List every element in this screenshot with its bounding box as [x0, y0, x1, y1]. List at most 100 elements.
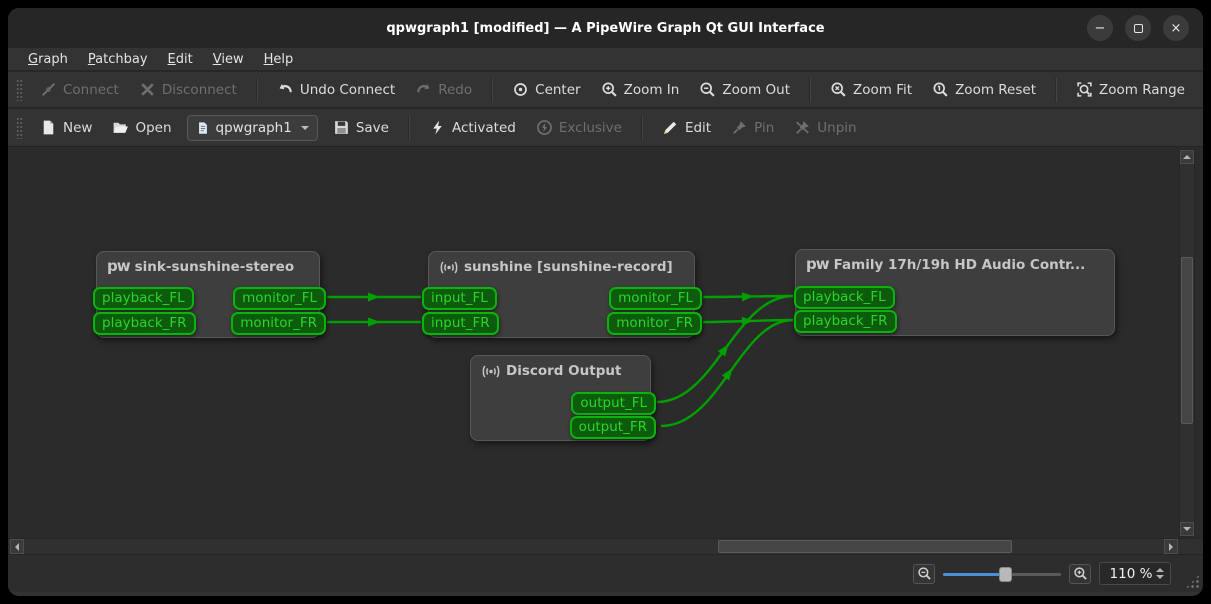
save-button[interactable]: Save	[324, 114, 398, 141]
center-button[interactable]: Center	[503, 76, 589, 103]
node-discord-output[interactable]: Discord Output output_FL output_FR	[470, 355, 651, 441]
menu-help[interactable]: Help	[254, 50, 304, 69]
toolbar-separator	[408, 116, 410, 140]
undo-connect-button[interactable]: Undo Connect	[268, 76, 404, 103]
port-output_FL[interactable]: output_FL	[571, 392, 656, 415]
disconnect-icon	[139, 81, 156, 98]
exclusive-toggle: Exclusive	[527, 114, 631, 141]
node-header[interactable]: Discord Output	[471, 356, 650, 379]
port-output_FR[interactable]: output_FR	[570, 416, 656, 439]
menubar: Graph Patchbay Edit View Help	[8, 48, 1203, 72]
port-monitor_FR[interactable]: monitor_FR	[607, 312, 702, 335]
patchbay-toolbar: New Open qpwgraph1 Save Activated Exclus…	[8, 109, 1203, 146]
zoom-range-icon	[1076, 81, 1093, 98]
node-sunshine[interactable]: sunshine [sunshine-record] input_FL inpu…	[428, 251, 695, 338]
slider-fill	[943, 573, 1003, 576]
zoom-reset-icon	[932, 81, 949, 98]
statusbar-zoom-out-button[interactable]	[913, 564, 935, 584]
edit-toggle[interactable]: Edit	[653, 114, 720, 141]
statusbar-zoom-in-button[interactable]	[1069, 564, 1091, 584]
zoom-out-button[interactable]: Zoom Out	[690, 76, 799, 103]
port-playback_FL[interactable]: playback_FL	[794, 286, 895, 309]
pin-icon	[731, 119, 748, 136]
new-file-icon	[40, 119, 57, 136]
node-header[interactable]: sunshine [sunshine-record]	[429, 252, 694, 275]
menu-patchbay[interactable]: Patchbay	[78, 50, 158, 69]
zoom-fit-icon	[830, 81, 847, 98]
pipewire-icon: pw	[806, 257, 829, 272]
toolbar-separator	[1055, 78, 1057, 102]
toolbar-drag-handle[interactable]	[16, 117, 23, 139]
maximize-icon	[1134, 24, 1143, 33]
window-title: qpwgraph1 [modified] — A PipeWire Graph …	[386, 21, 824, 36]
menu-edit[interactable]: Edit	[158, 50, 203, 69]
menu-view[interactable]: View	[203, 50, 254, 69]
horizontal-scrollbar[interactable]	[8, 538, 1203, 554]
zoom-reset-button[interactable]: Zoom Reset	[923, 76, 1045, 103]
zoom-fit-button[interactable]: Zoom Fit	[821, 76, 921, 103]
spin-up-button[interactable]	[1156, 564, 1164, 572]
port-input_FL[interactable]: input_FL	[422, 287, 497, 310]
canvas-area: pw sink-sunshine-stereo playback_FL play…	[8, 146, 1203, 538]
node-family-hd-audio[interactable]: pw Family 17h/19h HD Audio Contr... play…	[795, 249, 1115, 336]
arrow-up-icon	[1183, 151, 1191, 159]
zoom-out-icon	[917, 566, 932, 581]
activated-toggle[interactable]: Activated	[420, 114, 525, 141]
menu-graph[interactable]: Graph	[18, 50, 78, 69]
open-button[interactable]: Open	[103, 114, 180, 141]
node-title: sunshine [sunshine-record]	[464, 259, 673, 275]
open-folder-icon	[112, 119, 129, 136]
toolbar-separator	[641, 116, 643, 140]
node-title: Family 17h/19h HD Audio Contr...	[834, 257, 1086, 273]
node-title: Discord Output	[506, 363, 621, 379]
port-playback_FR[interactable]: playback_FR	[794, 310, 897, 333]
node-header[interactable]: pw Family 17h/19h HD Audio Contr...	[796, 250, 1114, 273]
spin-down-button[interactable]	[1156, 575, 1164, 583]
connect-button: Connect	[31, 76, 128, 103]
resize-grip[interactable]	[1185, 574, 1200, 589]
zoom-value-input[interactable]	[1108, 566, 1154, 582]
zoom-in-button[interactable]: Zoom In	[592, 76, 689, 103]
scroll-up-button[interactable]	[1180, 150, 1194, 164]
port-input_FR[interactable]: input_FR	[422, 312, 499, 335]
session-name: qpwgraph1	[216, 120, 292, 136]
toolbar-drag-handle[interactable]	[16, 79, 23, 101]
session-combobox[interactable]: qpwgraph1	[187, 115, 318, 141]
close-icon: ×	[1171, 21, 1182, 36]
zoom-in-icon	[1073, 566, 1088, 581]
node-header[interactable]: pw sink-sunshine-stereo	[97, 252, 319, 275]
undo-icon	[277, 81, 294, 98]
graph-canvas[interactable]: pw sink-sunshine-stereo playback_FL play…	[8, 147, 1178, 539]
vertical-scroll-thumb[interactable]	[1181, 257, 1193, 424]
zoom-spinbox[interactable]	[1099, 562, 1171, 585]
minimize-icon: −	[1095, 21, 1106, 36]
center-icon	[512, 81, 529, 98]
disconnect-button: Disconnect	[130, 76, 246, 103]
maximize-button[interactable]	[1125, 15, 1151, 41]
unpin-icon	[794, 119, 811, 136]
scroll-down-button[interactable]	[1180, 522, 1194, 536]
toolbar-separator	[256, 78, 258, 102]
slider-handle[interactable]	[999, 567, 1012, 582]
port-playback_FR[interactable]: playback_FR	[93, 312, 196, 335]
close-button[interactable]: ×	[1163, 15, 1189, 41]
activated-icon	[429, 119, 446, 136]
stream-icon	[481, 364, 501, 379]
port-monitor_FL[interactable]: monitor_FL	[233, 287, 326, 310]
new-button[interactable]: New	[31, 114, 101, 141]
port-monitor_FL[interactable]: monitor_FL	[609, 287, 702, 310]
minimize-button[interactable]: −	[1087, 15, 1113, 41]
connect-icon	[40, 81, 57, 98]
zoom-range-button[interactable]: Zoom Range	[1067, 76, 1194, 103]
vertical-scrollbar[interactable]	[1179, 149, 1195, 537]
scroll-left-button[interactable]	[10, 539, 24, 554]
titlebar[interactable]: qpwgraph1 [modified] — A PipeWire Graph …	[8, 8, 1203, 48]
port-playback_FL[interactable]: playback_FL	[93, 287, 194, 310]
node-title: sink-sunshine-stereo	[135, 259, 295, 275]
horizontal-scroll-thumb[interactable]	[718, 540, 1012, 553]
zoom-slider[interactable]	[943, 566, 1061, 582]
port-monitor_FR[interactable]: monitor_FR	[231, 312, 326, 335]
scroll-right-button[interactable]	[1164, 539, 1178, 554]
node-sink-sunshine-stereo[interactable]: pw sink-sunshine-stereo playback_FL play…	[96, 251, 320, 338]
pipewire-icon: pw	[107, 259, 130, 274]
